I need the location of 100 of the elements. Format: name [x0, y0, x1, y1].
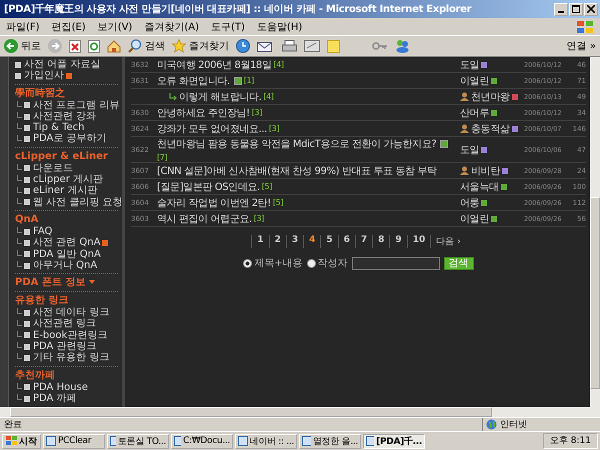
start-button[interactable]: 시작	[2, 434, 41, 448]
author-name[interactable]: 어룽	[460, 196, 480, 210]
sidebar-item[interactable]: Tip & Tech	[33, 122, 84, 134]
sidebar-heading[interactable]: PDA 폰트 정보	[15, 277, 86, 288]
printer-icon[interactable]	[282, 40, 297, 52]
horizontal-scrollbar[interactable]	[0, 407, 600, 417]
page-link[interactable]: 9	[389, 235, 407, 248]
clock: 오후 8:11	[542, 433, 598, 449]
next-page-link[interactable]: 다음 ›	[430, 235, 466, 248]
menu-item[interactable]: 도구(T)	[211, 20, 245, 34]
post-title[interactable]: 강좌가 모두 없어졌네요...	[157, 122, 267, 136]
windows-logo-icon	[576, 20, 594, 34]
sidebar-item[interactable]: FAQ	[33, 226, 52, 238]
sidebar-item[interactable]: PDA House	[33, 382, 88, 393]
sidebar-item[interactable]: PDA 관련링크	[33, 341, 97, 352]
bullet-icon	[24, 165, 30, 172]
taskbar-button[interactable]: 열정한 을...	[299, 434, 361, 448]
sidebar-item[interactable]: 사전관련 강좌	[33, 110, 96, 122]
edit-icon[interactable]	[304, 40, 320, 52]
sidebar-item[interactable]: PDA 일반 QnA	[33, 248, 101, 260]
forward-arrow-icon[interactable]	[48, 39, 62, 53]
post-title[interactable]: 이렇게 해보랍니다.	[179, 90, 262, 104]
author-name[interactable]: 이얼린	[460, 212, 490, 226]
page-link[interactable]: 1	[251, 235, 269, 248]
author-name[interactable]: 서울늑대	[460, 180, 499, 194]
home-icon[interactable]	[107, 40, 121, 52]
close-icon	[587, 5, 595, 13]
menu-item[interactable]: 편집(E)	[52, 20, 86, 34]
page-link[interactable]: 4	[303, 235, 320, 248]
post-title[interactable]: 역시 편집이 어렵군요.	[157, 212, 252, 226]
menu-item[interactable]: 즐겨찾기(A)	[144, 20, 199, 34]
close-button[interactable]	[584, 2, 598, 16]
window-icon	[174, 436, 182, 446]
bullet-icon	[15, 62, 21, 68]
page-link[interactable]: 7	[354, 235, 372, 248]
sidebar-item[interactable]: 아무거나 QnA	[33, 260, 98, 272]
page-link[interactable]: 6	[338, 235, 355, 248]
page-link[interactable]: 8	[372, 235, 390, 248]
author-name[interactable]: 충동적삶	[471, 122, 510, 136]
author-name[interactable]: 산머루	[460, 106, 490, 120]
maximize-button[interactable]	[569, 2, 583, 16]
sidebar-item[interactable]: 사전 관련 QnA	[33, 237, 100, 249]
favorites-button[interactable]: 즐겨찾기	[172, 39, 229, 53]
post-title[interactable]: [CNN 설문]아베 신사참배(현재 찬성 99%) 반대표 투표 동참 부탁	[157, 164, 437, 178]
stop-icon[interactable]	[69, 40, 81, 52]
menu-item[interactable]: 보기(V)	[98, 20, 132, 34]
back-button[interactable]: 뒤로	[4, 39, 41, 53]
bullet-icon	[24, 102, 30, 108]
links-button[interactable]: 연결 »	[566, 39, 596, 53]
radio-button[interactable]	[243, 258, 252, 268]
sidebar-item[interactable]: PDA로 공부하기	[33, 133, 107, 145]
comment-count: [4]	[263, 92, 274, 101]
minimize-button[interactable]	[554, 2, 568, 16]
refresh-icon[interactable]	[88, 40, 100, 52]
page-link[interactable]: 2	[268, 235, 286, 248]
page-link[interactable]: 10	[406, 235, 430, 248]
author-name[interactable]: 도일	[460, 58, 480, 72]
menu-item[interactable]: 도움말(H)	[256, 20, 302, 34]
search-button[interactable]: 검색	[128, 39, 165, 53]
page-link[interactable]: 3	[286, 235, 304, 248]
sidebar-item[interactable]: cLipper 게시판	[33, 174, 103, 186]
taskbar-button[interactable]: 네이버 :: ...	[235, 434, 297, 448]
post-title[interactable]: 천년마왕님 팜용 동물용 악전을 MdicT용으로 전환이 가능한지요?	[157, 137, 436, 151]
radio-label[interactable]: 작성자	[318, 256, 348, 270]
author-name[interactable]: 천년마왕	[471, 90, 510, 104]
post-title[interactable]: 미국여행 2006년 8월18일	[157, 58, 272, 72]
sidebar-item[interactable]: 가입인사	[24, 70, 64, 82]
taskbar-button[interactable]: PCClear	[43, 434, 105, 448]
post-title[interactable]: 안녕하세요 주인장님!	[157, 106, 250, 120]
sidebar-item[interactable]: E-book관련링크	[33, 330, 108, 342]
sidebar-item[interactable]: 사전관련 링크	[33, 318, 96, 330]
sidebar-item[interactable]: 사전 어플 자료실	[24, 59, 100, 70]
taskbar-button[interactable]: C:₩Docu...	[171, 434, 233, 448]
bullet-icon	[24, 344, 30, 350]
author-name[interactable]: 이얼린	[460, 74, 490, 88]
vertical-scrollbar[interactable]	[590, 57, 600, 407]
sidebar-item[interactable]: PDA 까페	[33, 392, 77, 404]
taskbar-button[interactable]: 토론실 TO...	[107, 434, 169, 448]
post-title[interactable]: 오류 화면입니다.	[157, 74, 230, 88]
sidebar-item[interactable]: eLiner 게시판	[33, 185, 98, 197]
sidebar-item[interactable]: 다운로드	[33, 162, 73, 174]
radio-button[interactable]	[306, 258, 316, 268]
taskbar-button[interactable]: [PDA]千...	[363, 434, 425, 448]
post-title[interactable]: 술자리 작업법 이번엔 2탄!	[157, 196, 271, 210]
messenger-icon[interactable]	[395, 39, 410, 53]
search-field[interactable]	[352, 256, 440, 270]
sidebar-item[interactable]: 사전 프로그램 리뷰	[33, 100, 120, 111]
sidebar-item[interactable]: 기타 유용한 링크	[33, 352, 110, 364]
page-link[interactable]: 5	[320, 235, 338, 248]
author-name[interactable]: 비비탄	[471, 164, 500, 178]
menu-item[interactable]: 파일(F)	[6, 20, 40, 34]
radio-label[interactable]: 제목+내용	[254, 256, 303, 270]
mail-icon[interactable]	[257, 40, 275, 52]
tree-line-icon	[17, 330, 22, 337]
key-icon[interactable]	[372, 40, 388, 52]
sidebar-item[interactable]: 사전 데이타 링크	[33, 307, 110, 318]
history-icon[interactable]	[236, 39, 250, 53]
author-name[interactable]: 도일	[460, 142, 480, 156]
sidebar-item[interactable]: 웹 사전 클리핑 요청	[33, 196, 122, 208]
post-title[interactable]: [질문]일본판 OS인데요.	[157, 180, 260, 194]
